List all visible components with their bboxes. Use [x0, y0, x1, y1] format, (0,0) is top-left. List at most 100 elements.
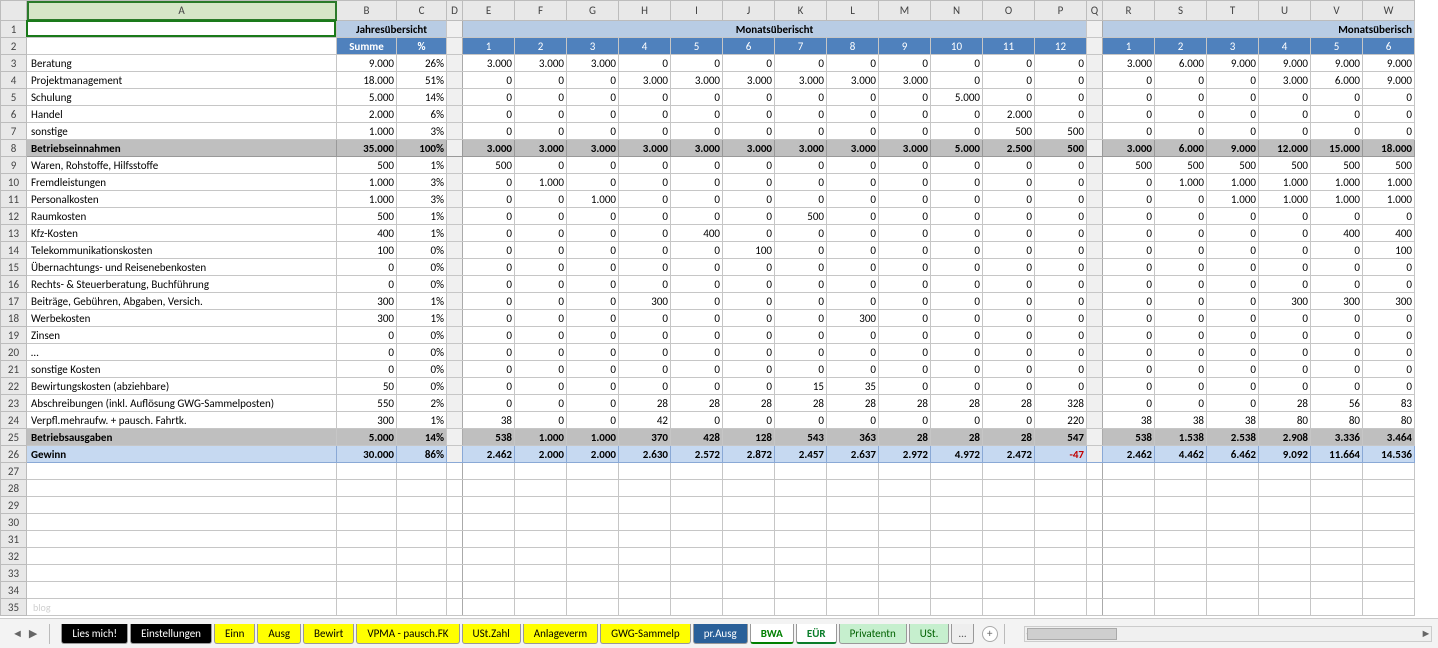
empty-cell[interactable] [1035, 463, 1087, 480]
data-cell[interactable]: 0 [1103, 89, 1155, 106]
row-label[interactable]: Rechts- & Steuerberatung, Buchführung [27, 276, 337, 293]
data-cell[interactable]: 0 [1363, 89, 1415, 106]
data-cell[interactable]: 0 [1207, 89, 1259, 106]
data-cell[interactable]: 12.000 [1259, 140, 1311, 157]
data-cell[interactable]: 0 [983, 310, 1035, 327]
data-cell[interactable]: 0 [463, 89, 515, 106]
data-cell[interactable]: 0 [1103, 259, 1155, 276]
data-cell[interactable]: 0 [515, 191, 567, 208]
empty-cell[interactable] [671, 531, 723, 548]
empty-cell[interactable] [463, 565, 515, 582]
row-header[interactable]: 17 [1, 293, 27, 310]
empty-cell[interactable] [1363, 548, 1415, 565]
cell[interactable] [27, 38, 337, 55]
data-cell[interactable]: 0 [1155, 259, 1207, 276]
data-cell[interactable]: 0 [931, 55, 983, 72]
data-cell[interactable]: 0 [1035, 361, 1087, 378]
pct-cell[interactable]: 0% [397, 242, 447, 259]
empty-cell[interactable] [671, 582, 723, 599]
data-cell[interactable]: 0 [1103, 293, 1155, 310]
empty-cell[interactable] [567, 463, 619, 480]
data-cell[interactable]: 0 [723, 123, 775, 140]
data-cell[interactable]: 0 [879, 242, 931, 259]
col-header-F[interactable]: F [515, 1, 567, 21]
select-all-corner[interactable] [1, 1, 27, 21]
data-cell[interactable]: 0 [1259, 106, 1311, 123]
empty-cell[interactable] [1207, 599, 1259, 616]
data-cell[interactable]: 0 [463, 361, 515, 378]
data-cell[interactable]: 80 [1311, 412, 1363, 429]
data-cell[interactable]: 5.000 [931, 89, 983, 106]
sheet-tab[interactable]: Privatentn [839, 624, 907, 644]
data-cell[interactable]: 0 [1259, 89, 1311, 106]
data-cell[interactable]: 0 [619, 123, 671, 140]
data-cell[interactable]: 3.000 [515, 55, 567, 72]
spreadsheet-grid[interactable]: ABCDEFGHIJKLMNOPQRSTUVW 1 Jahresübersich… [0, 0, 1438, 618]
empty-cell[interactable] [397, 497, 447, 514]
empty-cell[interactable] [515, 463, 567, 480]
data-cell[interactable]: 0 [1155, 276, 1207, 293]
data-cell[interactable]: 0 [1311, 242, 1363, 259]
data-cell[interactable]: 0 [1035, 191, 1087, 208]
data-cell[interactable]: 0 [775, 174, 827, 191]
sum-cell[interactable]: 400 [337, 225, 397, 242]
empty-cell[interactable] [879, 582, 931, 599]
data-cell[interactable]: 0 [1259, 225, 1311, 242]
data-cell[interactable]: 3.000 [619, 140, 671, 157]
data-cell[interactable]: 3.000 [567, 55, 619, 72]
data-cell[interactable]: 9.000 [1363, 72, 1415, 89]
data-cell[interactable]: 2.908 [1259, 429, 1311, 446]
data-cell[interactable]: 0 [463, 242, 515, 259]
data-cell[interactable]: 0 [515, 106, 567, 123]
data-cell[interactable]: 0 [619, 89, 671, 106]
data-cell[interactable]: 0 [983, 378, 1035, 395]
data-cell[interactable]: 0 [463, 293, 515, 310]
data-cell[interactable]: 0 [1035, 72, 1087, 89]
data-cell[interactable]: 0 [827, 242, 879, 259]
data-cell[interactable]: 0 [671, 378, 723, 395]
sum-cell[interactable]: 300 [337, 293, 397, 310]
row-label[interactable]: Beiträge, Gebühren, Abgaben, Versich. [27, 293, 337, 310]
sum-cell[interactable]: 1.000 [337, 123, 397, 140]
data-cell[interactable]: 15.000 [1311, 140, 1363, 157]
empty-cell[interactable] [337, 582, 397, 599]
empty-cell[interactable] [1035, 565, 1087, 582]
col-header-B[interactable]: B [337, 1, 397, 21]
data-cell[interactable]: 38 [463, 412, 515, 429]
data-cell[interactable]: 0 [671, 310, 723, 327]
data-cell[interactable]: 543 [775, 429, 827, 446]
data-cell[interactable]: 0 [827, 123, 879, 140]
empty-cell[interactable] [27, 514, 337, 531]
empty-cell[interactable] [337, 548, 397, 565]
data-cell[interactable]: 500 [1035, 123, 1087, 140]
sum-cell[interactable]: 550 [337, 395, 397, 412]
data-cell[interactable]: 42 [619, 412, 671, 429]
data-cell[interactable]: 0 [879, 123, 931, 140]
row-header[interactable]: 27 [1, 463, 27, 480]
data-cell[interactable]: 0 [1259, 327, 1311, 344]
data-cell[interactable]: 14.536 [1363, 446, 1415, 463]
empty-cell[interactable] [983, 463, 1035, 480]
sheet-tab[interactable]: Anlageverm [523, 624, 598, 644]
empty-cell[interactable] [671, 480, 723, 497]
data-cell[interactable]: 28 [931, 395, 983, 412]
data-cell[interactable]: 0 [671, 174, 723, 191]
empty-cell[interactable] [671, 599, 723, 616]
data-cell[interactable]: 3.000 [879, 140, 931, 157]
empty-cell[interactable] [983, 480, 1035, 497]
empty-cell[interactable] [723, 531, 775, 548]
empty-cell[interactable] [827, 531, 879, 548]
data-cell[interactable]: 0 [983, 344, 1035, 361]
data-cell[interactable]: 0 [723, 259, 775, 276]
data-cell[interactable]: 0 [619, 55, 671, 72]
pct-cell[interactable]: 0% [397, 344, 447, 361]
data-cell[interactable]: 0 [1155, 327, 1207, 344]
row-label[interactable]: Schulung [27, 89, 337, 106]
data-cell[interactable]: 1.000 [1259, 174, 1311, 191]
empty-cell[interactable] [1103, 531, 1155, 548]
data-cell[interactable]: 0 [1207, 327, 1259, 344]
empty-cell[interactable] [619, 599, 671, 616]
data-cell[interactable]: 6.462 [1207, 446, 1259, 463]
data-cell[interactable]: 0 [619, 242, 671, 259]
data-cell[interactable]: 28 [931, 429, 983, 446]
